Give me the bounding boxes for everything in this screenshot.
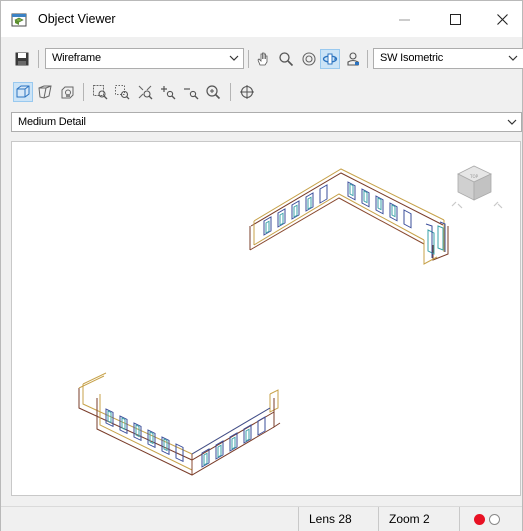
zoom-realtime-icon bbox=[206, 85, 221, 100]
continuous-orbit-button[interactable] bbox=[320, 49, 340, 69]
detail-toolbar: Medium Detail bbox=[1, 111, 522, 135]
zoom-in-icon bbox=[161, 86, 176, 100]
camera-button[interactable] bbox=[343, 49, 363, 69]
view-cube[interactable]: TOP bbox=[451, 165, 503, 209]
lens-status[interactable]: Lens 28 bbox=[298, 507, 377, 531]
chevron-down-icon bbox=[229, 55, 239, 61]
object-viewer-window: Object Viewer Wireframe SW Isometric Med… bbox=[0, 0, 523, 531]
toolbar-separator bbox=[248, 50, 249, 68]
save-icon bbox=[15, 52, 29, 66]
toolbar-separator bbox=[230, 83, 231, 101]
minimize-button[interactable] bbox=[381, 1, 427, 37]
zoom-extents-icon bbox=[138, 85, 153, 100]
zoom-button[interactable] bbox=[276, 49, 296, 69]
toolbar-separator bbox=[83, 83, 84, 101]
zoom-out-icon bbox=[184, 88, 199, 100]
orbit-button[interactable] bbox=[299, 49, 319, 69]
lock-view-button[interactable] bbox=[58, 82, 78, 102]
camera-person-icon bbox=[347, 52, 359, 66]
zoom-window-button[interactable] bbox=[90, 82, 110, 102]
record-icon[interactable] bbox=[474, 514, 485, 525]
chevron-down-icon bbox=[508, 55, 518, 61]
lens-value: Lens 28 bbox=[309, 512, 352, 526]
zoom-realtime-button[interactable] bbox=[203, 82, 223, 102]
zoom-status[interactable]: Zoom 2 bbox=[378, 507, 458, 531]
zoom-previous-icon bbox=[115, 85, 130, 100]
maximize-button[interactable] bbox=[432, 1, 478, 37]
status-bar: Lens 28 Zoom 2 bbox=[1, 506, 522, 531]
save-button[interactable] bbox=[12, 49, 32, 69]
minimize-icon bbox=[398, 19, 410, 20]
close-icon bbox=[496, 13, 508, 25]
wall-assembly-upper bbox=[249, 168, 449, 265]
zoom-previous-button[interactable] bbox=[112, 82, 132, 102]
zoom-in-button[interactable] bbox=[158, 82, 178, 102]
wall-assembly-lower bbox=[78, 372, 281, 476]
zoom-window-icon bbox=[93, 85, 108, 100]
parallel-projection-icon bbox=[16, 85, 30, 98]
model-viewport[interactable]: TOP bbox=[11, 141, 521, 496]
object-viewer-app-icon bbox=[11, 13, 27, 27]
visual-style-toolbar bbox=[1, 78, 522, 106]
detail-level-dropdown[interactable]: Medium Detail bbox=[11, 112, 522, 132]
center-view-button[interactable] bbox=[237, 82, 257, 102]
toolbar-separator bbox=[38, 50, 39, 68]
perspective-projection-button[interactable] bbox=[35, 82, 55, 102]
magnifier-icon bbox=[279, 52, 294, 67]
crosshair-icon bbox=[240, 85, 254, 99]
pan-button[interactable] bbox=[253, 49, 273, 69]
detail-level-value: Medium Detail bbox=[18, 116, 86, 128]
zoom-out-button[interactable] bbox=[181, 82, 201, 102]
continuous-orbit-icon bbox=[322, 53, 338, 65]
close-button[interactable] bbox=[479, 1, 523, 37]
view-direction-dropdown[interactable]: SW Isometric bbox=[373, 48, 523, 69]
toolbar-separator bbox=[367, 50, 368, 68]
parallel-projection-button[interactable] bbox=[13, 82, 33, 102]
title-bar: Object Viewer bbox=[1, 1, 522, 37]
wireframe-model: TOP bbox=[78, 165, 503, 476]
perspective-projection-icon bbox=[38, 85, 52, 99]
chevron-down-icon bbox=[507, 119, 517, 125]
lock-view-icon bbox=[61, 86, 74, 99]
window-title: Object Viewer bbox=[38, 12, 116, 26]
maximize-icon bbox=[449, 13, 461, 25]
orbit-icon bbox=[302, 52, 316, 66]
zoom-value: Zoom 2 bbox=[389, 512, 430, 526]
pan-hand-icon bbox=[257, 52, 268, 66]
stop-record-icon[interactable] bbox=[489, 514, 500, 525]
zoom-extents-button[interactable] bbox=[135, 82, 155, 102]
svg-text:TOP: TOP bbox=[469, 174, 479, 179]
display-mode-value: Wireframe bbox=[52, 52, 101, 64]
main-toolbar: Wireframe SW Isometric bbox=[1, 44, 523, 74]
view-direction-value: SW Isometric bbox=[380, 52, 443, 64]
display-mode-dropdown[interactable]: Wireframe bbox=[45, 48, 244, 69]
